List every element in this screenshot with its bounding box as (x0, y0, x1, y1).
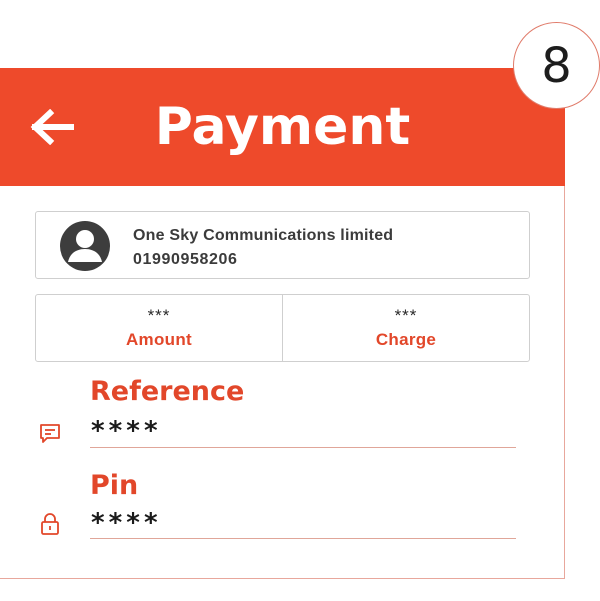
recipient-name: One Sky Communications limited (133, 227, 394, 244)
amount-label: Amount (125, 329, 192, 349)
reference-input[interactable]: **** (90, 416, 161, 446)
amount-cell: *** Amount (36, 295, 282, 361)
pin-input[interactable]: **** (90, 508, 161, 538)
charge-value: *** (394, 305, 418, 325)
payment-summary: *** Amount *** Charge (35, 294, 530, 362)
page-title: Payment (154, 97, 411, 157)
message-icon (40, 424, 60, 443)
lock-icon (41, 513, 59, 535)
pin-label: Pin (90, 470, 139, 501)
reference-label: Reference (90, 376, 245, 407)
reference-field[interactable]: Reference **** (35, 372, 516, 452)
recipient-card: One Sky Communications limited 019909582… (35, 211, 530, 279)
reference-underline (90, 447, 516, 448)
pin-field[interactable]: Pin **** (35, 466, 516, 546)
recipient-phone: 01990958206 (133, 251, 238, 268)
amount-value: *** (147, 305, 171, 325)
step-number-badge: 8 (513, 22, 600, 109)
app-header: Payment (0, 68, 565, 186)
pin-underline (90, 538, 516, 539)
charge-cell: *** Charge (282, 295, 529, 361)
charge-label: Charge (375, 329, 437, 349)
user-avatar-icon (60, 221, 110, 271)
